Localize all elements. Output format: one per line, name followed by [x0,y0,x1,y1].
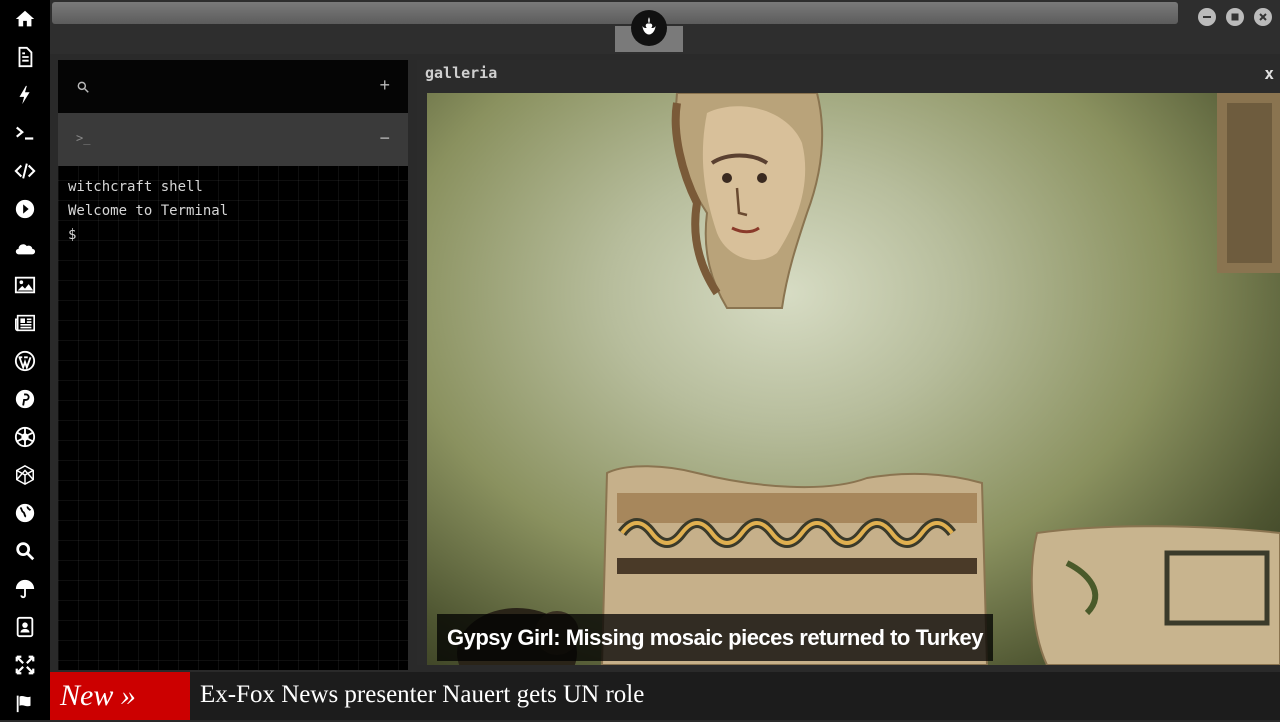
minimize-window-button[interactable] [1198,8,1216,26]
globe-wireframe-icon[interactable] [0,456,50,494]
pinterest-icon[interactable] [0,380,50,418]
flag-icon[interactable] [0,684,50,722]
add-terminal-button[interactable]: + [379,75,390,96]
newspaper-icon[interactable] [0,304,50,342]
play-icon[interactable] [0,190,50,228]
search-icon[interactable] [0,532,50,570]
image-icon[interactable] [0,266,50,304]
galleria-window: galleria x Gypsy Girl: Missing mosaic pi… [417,60,1280,665]
sidebar [0,0,50,720]
terminal-output-line: Welcome to Terminal [68,203,229,219]
ticker-headline[interactable]: Ex-Fox News presenter Nauert gets UN rol… [200,672,644,720]
close-galleria-button[interactable]: x [1264,64,1274,83]
terminal-prompt[interactable]: $ [68,227,76,243]
document-icon[interactable] [0,38,50,76]
code-icon[interactable] [0,152,50,190]
gallery-photo[interactable]: Gypsy Girl: Missing mosaic pieces return… [427,93,1280,665]
cloud-icon[interactable] [0,228,50,266]
terminal-search-bar[interactable]: + [58,60,408,113]
minimize-terminal-button[interactable]: − [379,128,390,149]
terminal-tab[interactable]: >_ − [58,113,408,166]
prompt-icon: >_ [76,131,91,145]
window-title: galleria [425,64,498,82]
mosaic-fragment [1030,525,1280,665]
home-icon[interactable] [0,0,50,38]
photo-caption: Gypsy Girl: Missing mosaic pieces return… [437,614,993,661]
earth-icon[interactable] [0,494,50,532]
rebel-icon[interactable] [0,418,50,456]
expand-icon[interactable] [0,646,50,684]
close-window-button[interactable] [1254,8,1272,26]
contacts-icon[interactable] [0,608,50,646]
ticker-badge: New » [50,672,190,720]
terminal-icon[interactable] [0,114,50,152]
news-ticker[interactable]: New » Ex-Fox News presenter Nauert gets … [50,672,1280,720]
terminal-output-line: witchcraft shell [68,179,203,195]
terminal-panel: + >_ − witchcraft shell Welcome to Termi… [58,60,408,670]
rebel-alliance-logo-icon[interactable] [631,10,667,46]
search-icon[interactable] [76,80,90,99]
umbrella-icon[interactable] [0,570,50,608]
address-bar[interactable] [52,2,1178,24]
maximize-window-button[interactable] [1226,8,1244,26]
wordpress-icon[interactable] [0,342,50,380]
bolt-icon[interactable] [0,76,50,114]
